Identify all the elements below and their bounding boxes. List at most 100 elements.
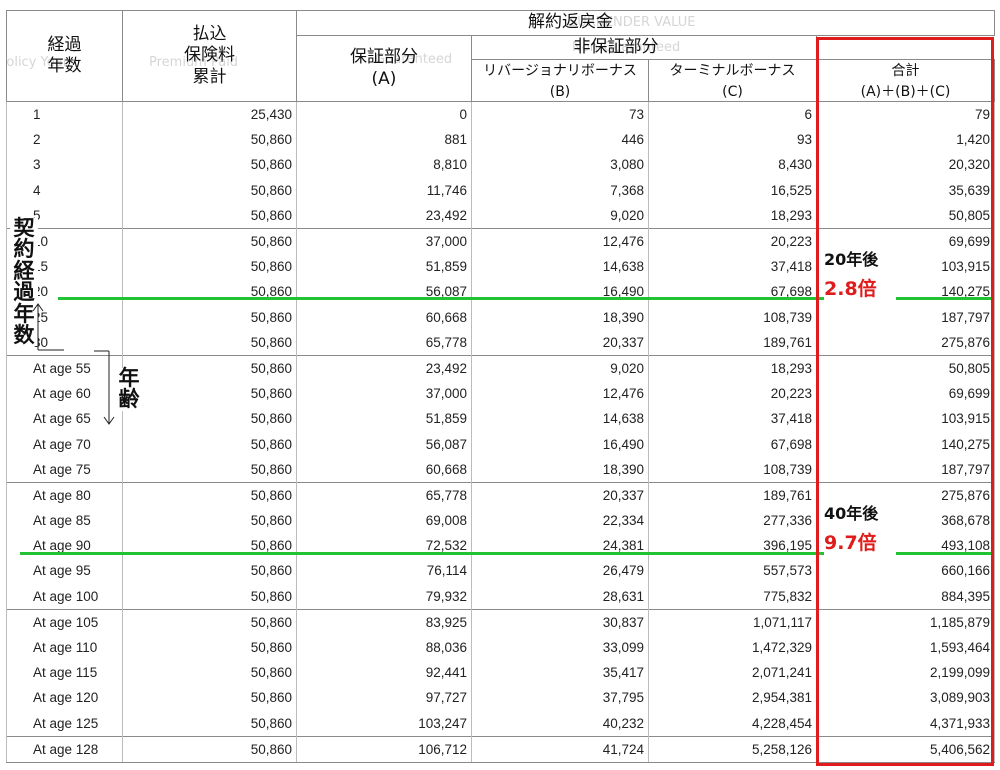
note-20-years-label: 20年後 bbox=[824, 250, 879, 269]
note-40-years-label: 40年後 bbox=[824, 504, 879, 523]
cell-guaranteed: 56,087 bbox=[296, 279, 472, 305]
cell-premium-paid: 50,860 bbox=[122, 227, 297, 255]
header-premium-paid: Premium Paid 払込 保険料 累計 bbox=[122, 10, 297, 102]
cell-policy-year: 4 bbox=[6, 177, 123, 203]
cell-premium-paid: 50,860 bbox=[122, 202, 297, 229]
cell-terminal-bonus: 16,525 bbox=[648, 177, 817, 203]
cell-policy-year: At age 115 bbox=[6, 660, 123, 686]
cell-reversionary-bonus: 18,390 bbox=[471, 456, 649, 483]
cell-premium-paid: 50,860 bbox=[122, 583, 297, 610]
down-arrow-icon bbox=[94, 350, 115, 425]
cell-premium-paid: 50,860 bbox=[122, 177, 297, 203]
total-column-highlight-box bbox=[816, 37, 994, 766]
cell-guaranteed: 23,492 bbox=[296, 202, 472, 229]
cell-reversionary-bonus: 16,490 bbox=[471, 279, 649, 305]
cell-reversionary-bonus: 16,490 bbox=[471, 431, 649, 457]
cell-policy-year: 1 bbox=[6, 101, 123, 128]
cell-reversionary-bonus: 73 bbox=[471, 101, 649, 128]
cell-guaranteed: 92,441 bbox=[296, 660, 472, 686]
cell-reversionary-bonus: 20,337 bbox=[471, 329, 649, 356]
cell-premium-paid: 50,860 bbox=[122, 456, 297, 483]
cell-policy-year: At age 105 bbox=[6, 608, 123, 635]
cell-reversionary-bonus: 446 bbox=[471, 127, 649, 153]
cell-reversionary-bonus: 20,337 bbox=[471, 481, 649, 508]
cell-terminal-bonus: 557,573 bbox=[648, 558, 817, 584]
cell-guaranteed: 97,727 bbox=[296, 685, 472, 711]
header-premium-paid-label: 払込 保険料 累計 bbox=[184, 24, 235, 87]
cell-terminal-bonus: 775,832 bbox=[648, 583, 817, 610]
cell-terminal-bonus: 2,071,241 bbox=[648, 660, 817, 686]
cell-reversionary-bonus: 30,837 bbox=[471, 608, 649, 635]
cell-guaranteed: 51,859 bbox=[296, 254, 472, 280]
cell-reversionary-bonus: 7,368 bbox=[471, 177, 649, 203]
cell-premium-paid: 50,860 bbox=[122, 735, 297, 763]
cell-reversionary-bonus: 14,638 bbox=[471, 406, 649, 432]
cell-premium-paid: 50,860 bbox=[122, 634, 297, 661]
cell-premium-paid: 50,860 bbox=[122, 710, 297, 737]
cell-terminal-bonus: 37,418 bbox=[648, 406, 817, 432]
cell-guaranteed: 103,247 bbox=[296, 710, 472, 737]
cell-reversionary-bonus: 37,795 bbox=[471, 685, 649, 711]
up-arrow-icon bbox=[32, 303, 64, 351]
cell-reversionary-bonus: 35,417 bbox=[471, 660, 649, 686]
cell-policy-year: At age 95 bbox=[6, 558, 123, 584]
cell-terminal-bonus: 20,223 bbox=[648, 381, 817, 407]
cell-reversionary-bonus: 12,476 bbox=[471, 381, 649, 407]
cell-terminal-bonus: 6 bbox=[648, 101, 817, 128]
cell-premium-paid: 50,860 bbox=[122, 329, 297, 356]
cell-terminal-bonus: 67,698 bbox=[648, 279, 817, 305]
cell-terminal-bonus: 5,258,126 bbox=[648, 735, 817, 763]
cell-terminal-bonus: 189,761 bbox=[648, 329, 817, 356]
cell-premium-paid: 50,860 bbox=[122, 608, 297, 635]
header-reversionary-bonus-label: リバージョナリボーナス (B) bbox=[483, 63, 637, 100]
cell-terminal-bonus: 18,293 bbox=[648, 202, 817, 229]
header-surrender-value-label: 解約返戻金 bbox=[528, 12, 613, 33]
header-guaranteed: Guaranteed 保証部分 (A) bbox=[296, 35, 472, 102]
cell-terminal-bonus: 189,761 bbox=[648, 481, 817, 508]
cell-terminal-bonus: 1,071,117 bbox=[648, 608, 817, 635]
cell-guaranteed: 51,859 bbox=[296, 406, 472, 432]
cell-terminal-bonus: 8,430 bbox=[648, 152, 817, 178]
note-20-years: 20年後 2.8倍 bbox=[824, 246, 896, 301]
header-terminal-bonus-label: ターミナルボーナス (C) bbox=[669, 63, 796, 100]
note-20-years-ratio: 2.8倍 bbox=[824, 278, 877, 300]
cell-terminal-bonus: 93 bbox=[648, 127, 817, 153]
surrender-value-table-area: Policy Year 経過 年数 Premium Paid 払込 保険料 累計… bbox=[6, 10, 995, 766]
cell-reversionary-bonus: 22,334 bbox=[471, 508, 649, 534]
cell-guaranteed: 60,668 bbox=[296, 456, 472, 483]
cell-guaranteed: 11,746 bbox=[296, 177, 472, 203]
cell-guaranteed: 65,778 bbox=[296, 329, 472, 356]
cell-policy-year: At age 100 bbox=[6, 583, 123, 610]
cell-guaranteed: 88,036 bbox=[296, 634, 472, 661]
cell-premium-paid: 50,860 bbox=[122, 406, 297, 432]
cell-policy-year: At age 75 bbox=[6, 456, 123, 483]
cell-premium-paid: 50,860 bbox=[122, 354, 297, 382]
cell-policy-year: At age 128 bbox=[6, 735, 123, 763]
cell-reversionary-bonus: 40,232 bbox=[471, 710, 649, 737]
header-policy-year-label: 経過 年数 bbox=[47, 34, 82, 76]
cell-terminal-bonus: 4,228,454 bbox=[648, 710, 817, 737]
cell-terminal-bonus: 67,698 bbox=[648, 431, 817, 457]
cell-guaranteed: 56,087 bbox=[296, 431, 472, 457]
cell-guaranteed: 69,008 bbox=[296, 508, 472, 534]
cell-guaranteed: 0 bbox=[296, 101, 472, 128]
cell-policy-year: At age 80 bbox=[6, 481, 123, 508]
cell-reversionary-bonus: 14,638 bbox=[471, 254, 649, 280]
cell-policy-year: At age 120 bbox=[6, 685, 123, 711]
cell-terminal-bonus: 2,954,381 bbox=[648, 685, 817, 711]
cell-reversionary-bonus: 9,020 bbox=[471, 202, 649, 229]
cell-reversionary-bonus: 9,020 bbox=[471, 354, 649, 382]
cell-terminal-bonus: 37,418 bbox=[648, 254, 817, 280]
cell-premium-paid: 25,430 bbox=[122, 101, 297, 128]
cell-terminal-bonus: 108,739 bbox=[648, 456, 817, 483]
cell-guaranteed: 83,925 bbox=[296, 608, 472, 635]
cell-reversionary-bonus: 33,099 bbox=[471, 634, 649, 661]
cell-guaranteed: 79,932 bbox=[296, 583, 472, 610]
header-non-guaranteed: Non-Guaranteed 非保証部分 bbox=[471, 35, 817, 60]
cell-policy-year: 2 bbox=[6, 127, 123, 153]
cell-reversionary-bonus: 41,724 bbox=[471, 735, 649, 763]
cell-premium-paid: 50,860 bbox=[122, 431, 297, 457]
cell-reversionary-bonus: 26,479 bbox=[471, 558, 649, 584]
cell-policy-year: At age 70 bbox=[6, 431, 123, 457]
cell-policy-year: At age 125 bbox=[6, 710, 123, 737]
